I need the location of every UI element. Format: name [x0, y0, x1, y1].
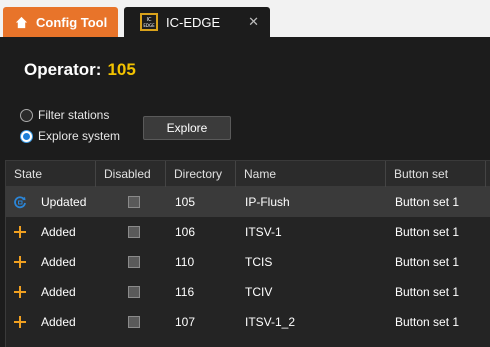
explore-system-radio[interactable] [20, 129, 33, 143]
row-directory: 107 [175, 315, 196, 329]
row-directory: 116 [175, 285, 195, 299]
disabled-checkbox[interactable] [128, 196, 140, 208]
disabled-checkbox[interactable] [128, 226, 140, 238]
tab-config-tool[interactable]: Config Tool [3, 7, 118, 37]
disabled-checkbox[interactable] [128, 316, 140, 328]
filter-stations-option[interactable]: Filter stations [20, 108, 109, 122]
close-icon[interactable]: ✕ [248, 14, 259, 30]
row-name: TCIS [245, 255, 273, 269]
sync-icon [14, 196, 26, 209]
plus-icon [14, 286, 26, 298]
tab-bar: Config Tool IC EDGE IC-EDGE ✕ [0, 0, 490, 37]
filter-stations-radio[interactable] [20, 108, 33, 122]
row-name: ITSV-1 [245, 225, 282, 239]
row-name: IP-Flush [245, 195, 290, 209]
operator-label: Operator: [24, 60, 102, 79]
row-button-set: Button set 1 [395, 315, 460, 329]
column-header-button-set[interactable]: Button set [386, 161, 486, 187]
row-button-set: Button set 1 [395, 225, 460, 239]
row-state: Added [41, 255, 76, 269]
tab-config-label: Config Tool [36, 14, 108, 30]
plus-icon [14, 226, 26, 238]
row-directory: 110 [175, 255, 195, 269]
explore-system-option[interactable]: Explore system [20, 129, 120, 143]
explore-button[interactable]: Explore [143, 116, 231, 140]
row-state: Added [41, 225, 76, 239]
stations-table: State Disabled Directory Name Button set… [5, 160, 490, 347]
operator-heading: Operator: 105 [24, 60, 136, 80]
svg-text:EDGE: EDGE [143, 23, 155, 28]
column-header-disabled[interactable]: Disabled [96, 161, 166, 187]
disabled-checkbox[interactable] [128, 256, 140, 268]
explore-system-label: Explore system [38, 129, 121, 143]
column-header-directory[interactable]: Directory [166, 161, 236, 187]
tab-ic-edge-label: IC-EDGE [166, 14, 221, 30]
column-header-state[interactable]: State [6, 161, 96, 187]
table-row[interactable]: Added 107 ITSV-1_2 Button set 1 [6, 307, 490, 337]
plus-icon [14, 256, 26, 268]
row-name: ITSV-1_2 [245, 315, 296, 329]
row-name: TCIV [245, 285, 273, 299]
row-directory: 105 [175, 195, 196, 209]
tab-ic-edge[interactable]: IC EDGE IC-EDGE ✕ [124, 7, 270, 37]
row-button-set: Button set 1 [395, 255, 460, 269]
plus-icon [14, 316, 26, 328]
row-state: Updated [41, 195, 87, 209]
home-icon [15, 16, 28, 28]
row-button-set: Button set 1 [395, 285, 460, 299]
row-button-set: Button set 1 [395, 195, 460, 209]
table-row[interactable]: Updated 105 IP-Flush Button set 1 [6, 187, 490, 217]
disabled-checkbox[interactable] [128, 286, 140, 298]
table-header: State Disabled Directory Name Button set [6, 161, 490, 187]
column-header-name[interactable]: Name [236, 161, 386, 187]
operator-number: 105 [107, 60, 136, 79]
row-state: Added [41, 315, 76, 329]
table-row[interactable]: Added 110 TCIS Button set 1 [6, 247, 490, 277]
ic-edge-icon: IC EDGE [140, 13, 158, 31]
filter-stations-label: Filter stations [38, 108, 110, 122]
table-row[interactable]: Added 106 ITSV-1 Button set 1 [6, 217, 490, 247]
row-directory: 106 [175, 225, 196, 239]
row-state: Added [41, 285, 76, 299]
table-row[interactable]: Added 116 TCIV Button set 1 [6, 277, 490, 307]
